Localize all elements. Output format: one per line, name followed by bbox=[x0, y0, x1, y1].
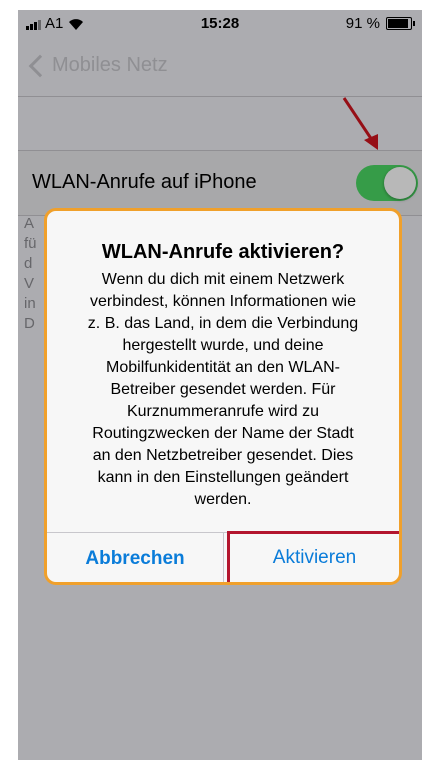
alert-message-line: Routingzwecken der Name der Stadt bbox=[92, 425, 354, 442]
alert-title: WLAN-Anrufe aktivieren? bbox=[101, 241, 345, 263]
alert-message-line: an den Netzbetreiber gesendet. Dies bbox=[92, 447, 354, 464]
alert-message-line: Kurznummeranrufe wird zu bbox=[126, 403, 320, 420]
alert-message: Wenn du dich mit einem Netzwerk verbinde… bbox=[65, 269, 381, 511]
phone-screen: A1 15:28 91 % Mobiles Netz WLAN-Anrufe a… bbox=[18, 10, 422, 760]
alert-message-line: z. B. das Land, in dem die Verbindung bbox=[87, 315, 359, 332]
cancel-button[interactable]: Abbrechen bbox=[47, 533, 223, 582]
alert-message-line: Wenn du dich mit einem Netzwerk bbox=[101, 271, 345, 288]
alert-message-line: Mobilfunkidentität an den WLAN- bbox=[106, 359, 340, 376]
alert-message-line: werden. bbox=[194, 491, 252, 508]
alert-message-line: Betreiber gesendet werden. Für bbox=[110, 381, 336, 398]
alert-message-line: verbindest, können Informationen wie bbox=[90, 293, 356, 310]
alert-message-line: hergestellt wurde, und deine bbox=[122, 337, 324, 354]
alert-message-line: kann in den Einstellungen geändert bbox=[97, 469, 349, 486]
alert-button-divider bbox=[223, 532, 224, 582]
activate-button[interactable]: Aktivieren bbox=[227, 531, 399, 582]
alert-dialog: WLAN-Anrufe aktivieren? Wenn du dich mit… bbox=[44, 208, 402, 585]
